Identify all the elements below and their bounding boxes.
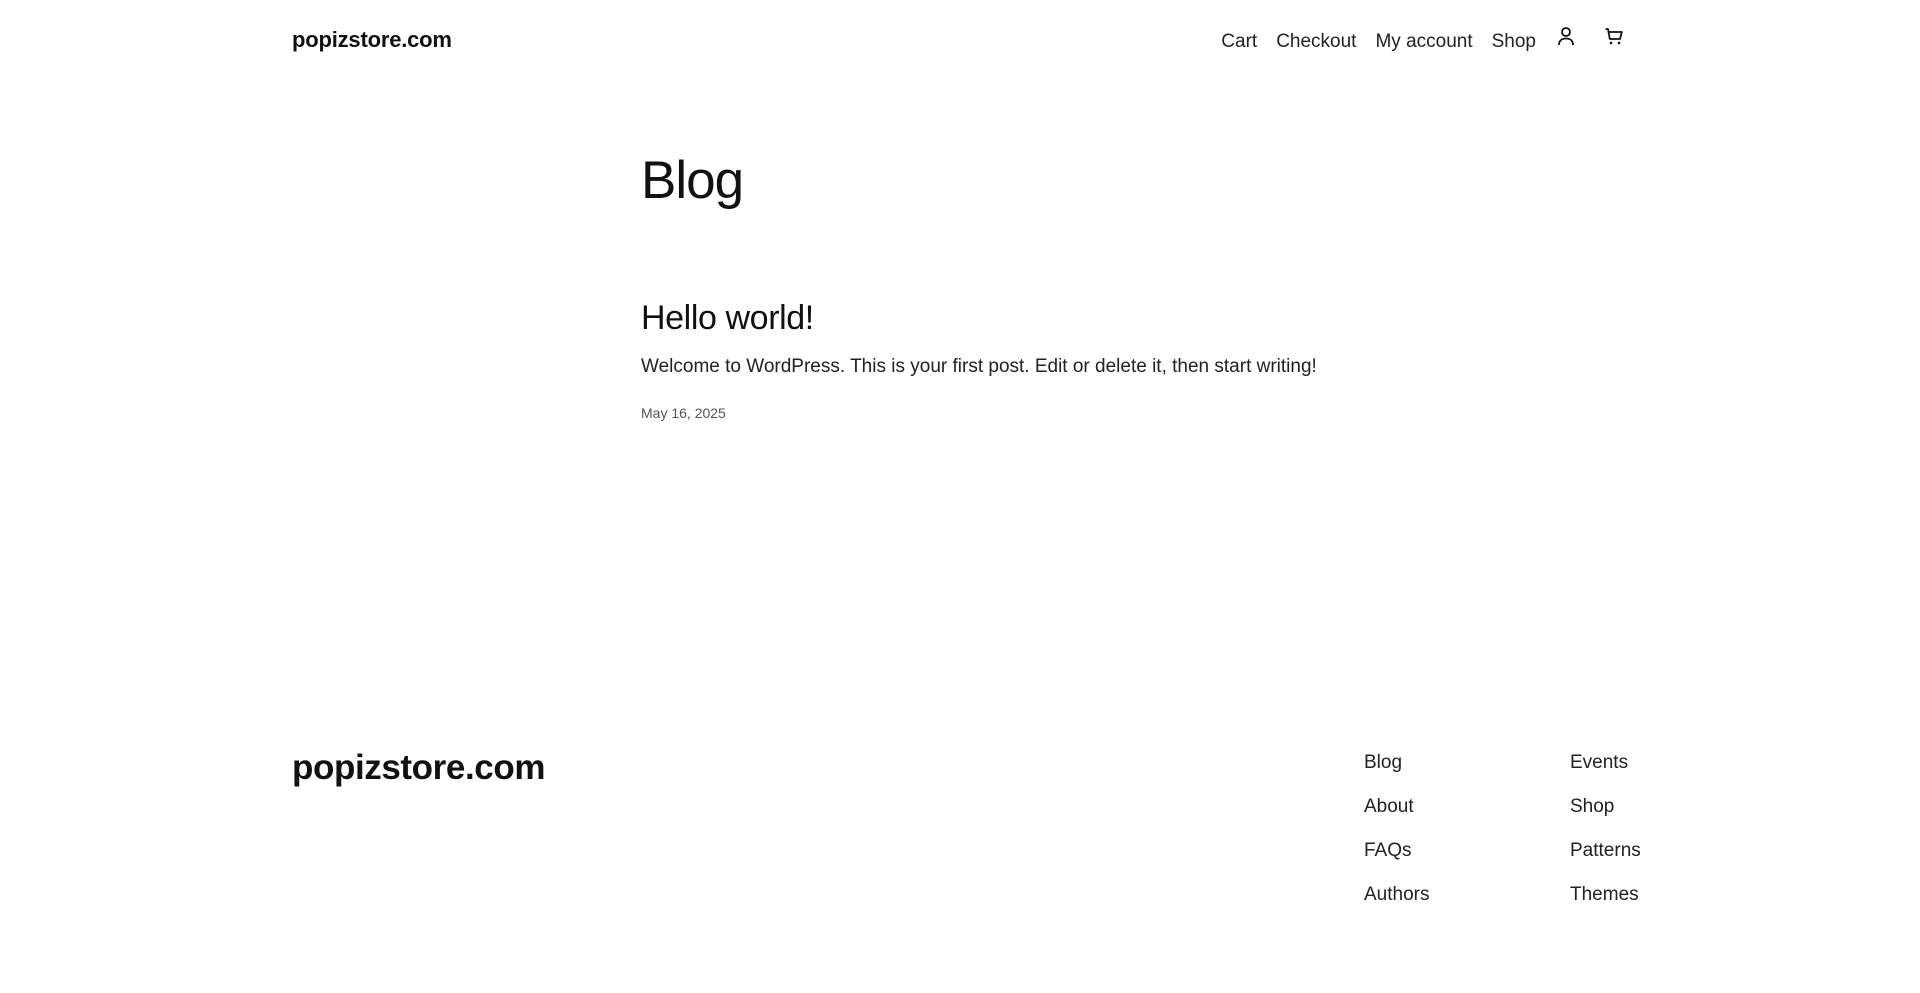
footer-link-themes[interactable]: Themes [1570,880,1641,910]
footer-link-blog[interactable]: Blog [1364,748,1429,778]
nav-cart-link[interactable]: Cart [1221,26,1257,58]
primary-nav: Cart Checkout My account Shop [1221,26,1630,58]
nav-shop-link[interactable]: Shop [1492,26,1536,58]
footer-nav-column-1: Blog About FAQs Authors [1364,748,1429,910]
footer-site-title-link[interactable]: popizstore.com [292,748,545,788]
account-icon[interactable] [1557,26,1583,58]
cart-icon[interactable] [1604,26,1630,58]
footer-link-events[interactable]: Events [1570,748,1641,778]
site-header: popizstore.com Cart Checkout My account … [0,0,1920,86]
footer-link-faqs[interactable]: FAQs [1364,836,1429,866]
footer-link-patterns[interactable]: Patterns [1570,836,1641,866]
post-item: Hello world! Welcome to WordPress. This … [641,295,1401,421]
footer-nav-column-2: Events Shop Patterns Themes [1570,748,1641,910]
footer-link-about[interactable]: About [1364,792,1429,822]
site-title-link[interactable]: popizstore.com [292,27,452,53]
page-title: Blog [641,151,744,210]
post-excerpt: Welcome to WordPress. This is your first… [641,356,1317,377]
nav-checkout-link[interactable]: Checkout [1276,26,1356,58]
nav-my-account-link[interactable]: My account [1375,26,1472,58]
post-title-link[interactable]: Hello world! [641,295,1401,341]
post-date: May 16, 2025 [641,405,726,421]
footer-link-shop[interactable]: Shop [1570,792,1641,822]
post-title-text[interactable]: Hello world! [641,299,814,337]
footer-link-authors[interactable]: Authors [1364,880,1429,910]
